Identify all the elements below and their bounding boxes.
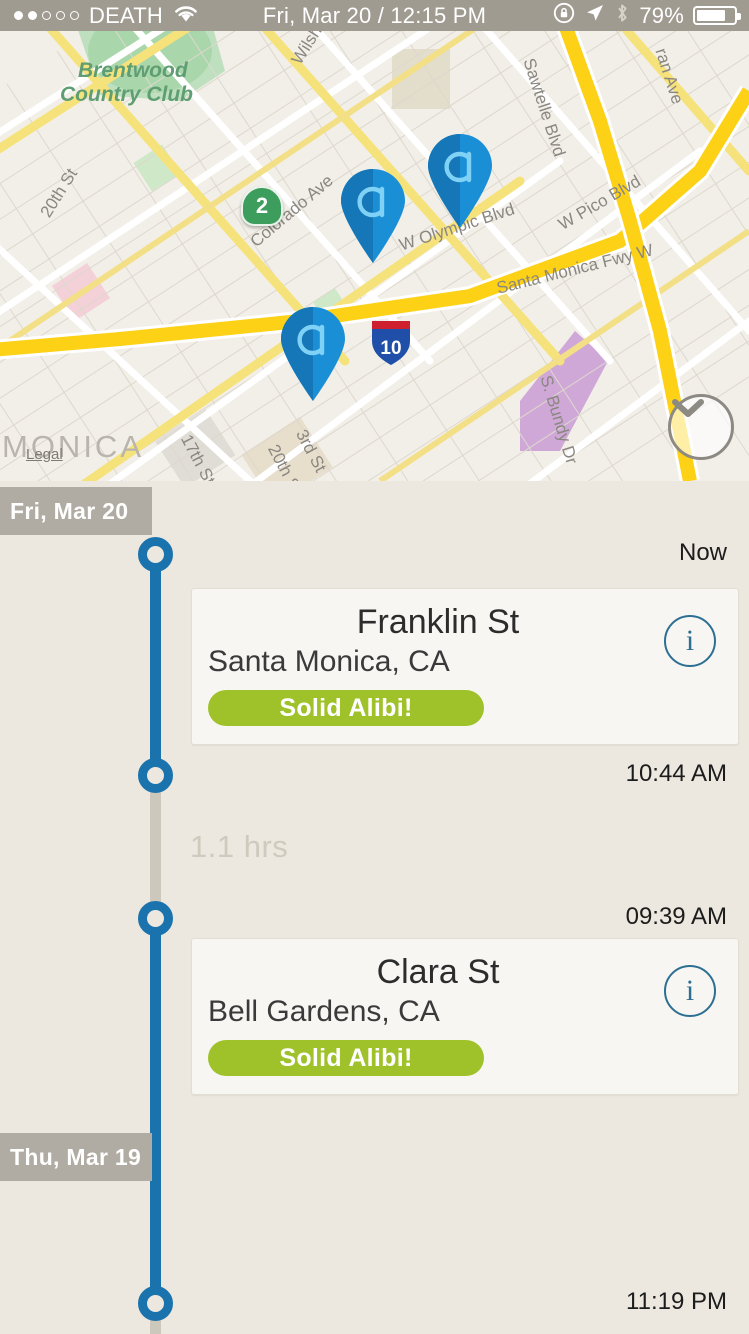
map-legal-link[interactable]: Legal [26, 446, 63, 463]
timeline-node-dot[interactable] [138, 758, 173, 793]
carrier-name: DEATH [89, 2, 163, 28]
info-icon[interactable]: i [664, 615, 716, 667]
status-bar: DEATH Fri, Mar 20 / 12:15 PM 79% [0, 0, 749, 31]
map-cluster-count: 2 [255, 193, 269, 218]
timeline-node-dot[interactable] [138, 537, 173, 572]
place-street: Franklin St [356, 603, 520, 641]
timeline-segment [150, 920, 161, 1305]
place-city: Santa Monica, CA [208, 644, 450, 678]
timeline-gap-duration: 1.1 hrs [190, 829, 289, 864]
place-city: Bell Gardens, CA [208, 994, 440, 1028]
timeline-segment [150, 777, 161, 920]
place-card[interactable]: Clara St Bell Gardens, CA Solid Alibi! i [191, 938, 739, 1096]
status-bar-left: DEATH [0, 3, 199, 29]
info-icon[interactable]: i [664, 965, 716, 1017]
bluetooth-icon [614, 2, 630, 30]
timeline-node-time: 10:44 AM [625, 760, 727, 787]
map-view[interactable]: 10 Brentwood Country Club Wilshir Sawtelle … [0, 31, 749, 481]
timeline-date-header: Thu, Mar 19 [0, 1133, 152, 1181]
signal-strength-dots [14, 11, 79, 20]
timeline-date-header: Fri, Mar 20 [0, 487, 152, 535]
chevron-down-icon[interactable] [668, 394, 734, 460]
map-cluster-marker[interactable]: 2 [241, 186, 283, 226]
timeline-segment [150, 1319, 161, 1334]
location-arrow-icon [584, 2, 605, 29]
place-street: Clara St [376, 953, 500, 991]
place-card[interactable]: Franklin St Santa Monica, CA Solid Alibi! i [191, 588, 739, 746]
timeline-node-dot[interactable] [138, 1286, 173, 1321]
status-bar-right: 79% [553, 2, 749, 30]
timeline-node-dot[interactable] [138, 901, 173, 936]
timeline-node-time: Now [678, 539, 727, 566]
wifi-icon [173, 3, 199, 29]
status-badge: Solid Alibi! [208, 1040, 484, 1077]
rotation-lock-icon [553, 2, 575, 30]
app-root: DEATH Fri, Mar 20 / 12:15 PM 79% 10 Bren… [0, 0, 749, 1334]
timeline-node-time: 09:39 AM [625, 903, 727, 930]
battery-icon [693, 6, 741, 25]
svg-text:10: 10 [380, 338, 401, 359]
timeline-node-time: 11:19 PM [626, 1288, 727, 1315]
status-badge: Solid Alibi! [208, 690, 484, 727]
timeline-segment [150, 569, 161, 777]
battery-percent: 79% [639, 2, 684, 28]
timeline-panel[interactable]: Fri, Mar 20Thu, Mar 19 1.5 hrs1.1 hrs10.… [0, 481, 749, 1334]
